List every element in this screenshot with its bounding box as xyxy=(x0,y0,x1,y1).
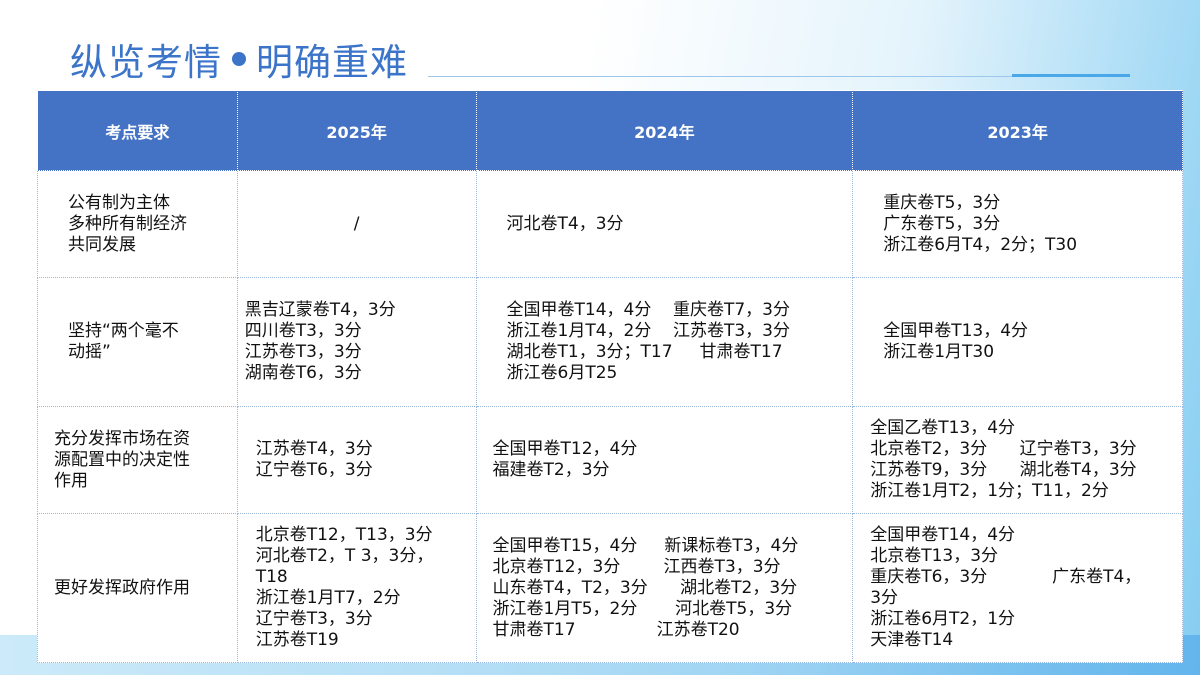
cell-line: 辽宁卷T6，3分 xyxy=(255,460,373,480)
cell-line: 源配置中的决定性 xyxy=(54,449,190,470)
cell-line: 浙江卷6月T4，2分；T30 xyxy=(883,234,1078,255)
header-2025: 2025年 xyxy=(236,90,477,171)
cell-line: 广东卷T5，3分 xyxy=(883,213,1001,234)
cell-2023: 重庆卷T5，3分 广东卷T5，3分 浙江卷6月T4，2分；T30 xyxy=(852,170,1183,278)
cell-line: T18 xyxy=(255,567,288,587)
cell-2025: / xyxy=(236,170,477,278)
cell-line: 坚持“两个毫不 xyxy=(68,321,179,341)
title-right: 明确重难 xyxy=(256,41,408,84)
cell-line: 充分发挥市场在资 xyxy=(54,428,190,449)
cell-line: 甘肃卷T17 江苏卷T20 xyxy=(492,619,740,640)
title-accent-line xyxy=(1012,74,1130,77)
cell-line: / xyxy=(353,213,360,234)
cell-line: 作用 xyxy=(54,470,88,491)
cell-line: 黑吉辽蒙卷T4，3分 xyxy=(244,300,396,320)
requirement-cell: 充分发挥市场在资 源配置中的决定性 作用 xyxy=(37,406,238,514)
cell-line: 湖南卷T6，3分 xyxy=(244,363,362,383)
cell-line: 北京卷T13，3分 xyxy=(870,546,999,566)
cell-line: 江苏卷T3，3分 xyxy=(244,342,362,362)
requirement-cell: 更好发挥政府作用 xyxy=(37,513,238,663)
cell-2024: 河北卷T4，3分 xyxy=(475,170,854,278)
cell-line: 浙江卷1月T7，2分 xyxy=(255,588,401,608)
cell-line: 浙江卷1月T30 xyxy=(883,342,995,362)
cell-line: 浙江卷1月T5，2分 河北卷T5，3分 xyxy=(492,598,793,619)
cell-line: 重庆卷T5，3分 xyxy=(883,192,1001,213)
cell-line: 浙江卷6月T2，1分 xyxy=(870,609,1016,629)
table-row: 充分发挥市场在资 源配置中的决定性 作用 江苏卷T4，3分 辽宁卷T6，3分 全… xyxy=(37,406,1183,514)
cell-2025: 江苏卷T4，3分 辽宁卷T6，3分 xyxy=(236,406,477,514)
cell-2023: 全国甲卷T14，4分 北京卷T13，3分 重庆卷T6，3分 广东卷T4， 3分 … xyxy=(852,513,1183,663)
table-row: 更好发挥政府作用 北京卷T12，T13，3分 河北卷T2，T 3，3分， T18… xyxy=(37,513,1183,663)
cell-line: 浙江卷1月T4，2分 江苏卷T3，3分 xyxy=(506,321,790,341)
cell-line: 北京卷T12，3分 江西卷T3，3分 xyxy=(492,556,781,577)
requirement-cell: 公有制为主体 多种所有制经济 共同发展 xyxy=(37,170,238,278)
cell-line: 多种所有制经济 xyxy=(68,213,187,234)
cell-line: 公有制为主体 xyxy=(68,192,170,213)
cell-line: 全国甲卷T14，4分 xyxy=(870,525,1016,545)
cell-2025: 黑吉辽蒙卷T4，3分 四川卷T3，3分 江苏卷T3，3分 湖南卷T6，3分 xyxy=(236,277,477,407)
cell-line: 山东卷T4，T2，3分 湖北卷T2，3分 xyxy=(492,577,798,598)
cell-line: 全国乙卷T13，4分 xyxy=(870,418,1016,438)
cell-2023: 全国甲卷T13，4分 浙江卷1月T30 xyxy=(852,277,1183,407)
table-row: 坚持“两个毫不 动摇” 黑吉辽蒙卷T4，3分 四川卷T3，3分 江苏卷T3，3分… xyxy=(37,277,1183,407)
title-left: 纵览考情 xyxy=(70,41,222,84)
cell-2023: 全国乙卷T13，4分 北京卷T2，3分 辽宁卷T3，3分 江苏卷T9，3分 湖北… xyxy=(852,406,1183,514)
cell-line: 四川卷T3，3分 xyxy=(244,321,362,341)
cell-line: 河北卷T2，T 3，3分， xyxy=(255,546,434,566)
exam-table: 考点要求 2025年 2024年 2023年 公有制为主体 多种所有制经济 共同… xyxy=(37,90,1183,663)
cell-line: 江苏卷T19 xyxy=(255,630,339,650)
title-dot-icon xyxy=(232,52,246,66)
cell-2024: 全国甲卷T14，4分 重庆卷T7，3分 浙江卷1月T4，2分 江苏卷T3，3分 … xyxy=(475,277,854,407)
cell-line: 动摇” xyxy=(68,342,111,362)
cell-line: 重庆卷T6，3分 广东卷T4， xyxy=(870,567,1142,587)
table-row: 公有制为主体 多种所有制经济 共同发展 / 河北卷T4，3分 重庆卷T5，3分 … xyxy=(37,170,1183,278)
header-2024: 2024年 xyxy=(475,90,854,171)
cell-line: 江苏卷T4，3分 xyxy=(255,439,373,459)
cell-line: 全国甲卷T13，4分 xyxy=(883,321,1029,341)
cell-line: 全国甲卷T12，4分 xyxy=(492,439,638,459)
cell-2025: 北京卷T12，T13，3分 河北卷T2，T 3，3分， T18 浙江卷1月T7，… xyxy=(236,513,477,663)
requirement-cell: 坚持“两个毫不 动摇” xyxy=(37,277,238,407)
cell-line: 3分 xyxy=(870,588,899,608)
header-2023: 2023年 xyxy=(852,90,1183,171)
page-title: 纵览考情 明确重难 xyxy=(70,32,408,86)
cell-line: 全国甲卷T14，4分 重庆卷T7，3分 xyxy=(506,300,790,320)
cell-line: 天津卷T14 xyxy=(870,630,954,650)
cell-2024: 全国甲卷T15，4分 新课标卷T3，4分 北京卷T12，3分 江西卷T3，3分 … xyxy=(475,513,854,663)
cell-line: 北京卷T12，T13，3分 xyxy=(255,525,433,545)
table-header-row: 考点要求 2025年 2024年 2023年 xyxy=(37,90,1183,171)
cell-line: 江苏卷T9，3分 湖北卷T4，3分 xyxy=(870,460,1137,480)
header-requirement: 考点要求 xyxy=(37,90,238,171)
cell-line: 北京卷T2，3分 辽宁卷T3，3分 xyxy=(870,439,1137,459)
cell-line: 福建卷T2，3分 xyxy=(492,460,610,480)
cell-line: 全国甲卷T15，4分 新课标卷T3，4分 xyxy=(492,535,799,556)
cell-line: 河北卷T4，3分 xyxy=(506,213,624,234)
cell-line: 浙江卷6月T25 xyxy=(506,363,618,383)
cell-line: 辽宁卷T3，3分 xyxy=(255,609,373,629)
cell-2024: 全国甲卷T12，4分 福建卷T2，3分 xyxy=(475,406,854,514)
cell-line: 更好发挥政府作用 xyxy=(54,577,190,598)
cell-line: 共同发展 xyxy=(68,234,136,255)
cell-line: 湖北卷T1，3分；T17 甘肃卷T17 xyxy=(506,342,783,362)
cell-line: 浙江卷1月T2，1分；T11，2分 xyxy=(870,481,1109,501)
